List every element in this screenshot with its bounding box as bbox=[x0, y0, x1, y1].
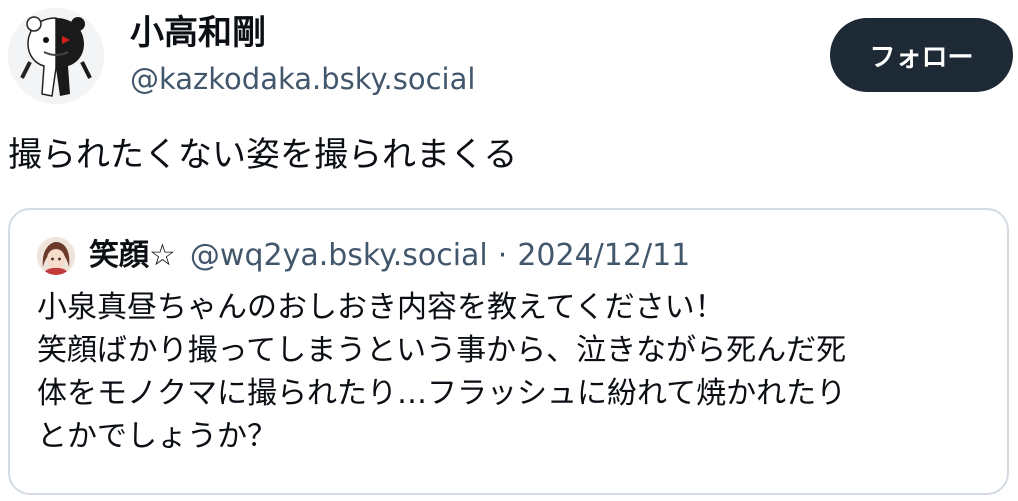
quote-body-line: 笑顔ばかり撮ってしまうという事から、泣きながら死んだ死 bbox=[37, 333, 847, 368]
quote-date: 2024/12/11 bbox=[517, 238, 691, 273]
quote-body-line: とかでしょうか？ bbox=[37, 419, 277, 454]
post: 小高和剛 @kazkodaka.bsky.social フォロー 撮られたくない… bbox=[0, 0, 1018, 501]
quote-author-handle[interactable]: @wq2ya.bsky.social bbox=[190, 236, 488, 276]
follow-button[interactable]: フォロー bbox=[830, 18, 1013, 92]
quote-author-name[interactable]: 笑顔☆ bbox=[89, 236, 176, 276]
user-avatar-icon bbox=[37, 237, 75, 275]
quote-author-avatar[interactable] bbox=[37, 237, 75, 275]
quote-separator: · bbox=[497, 238, 508, 273]
post-text: 撮られたくない姿を撮られまくる bbox=[8, 135, 518, 175]
quote-header: 笑顔☆ @wq2ya.bsky.social · 2024/12/11 bbox=[37, 236, 690, 276]
author-display-name[interactable]: 小高和剛 bbox=[130, 12, 266, 54]
quote-body: 小泉真昼ちゃんのおしおき内容を教えてください！ 笑顔ばかり撮ってしまうという事か… bbox=[37, 286, 987, 458]
quote-body-line: 体をモノクマに撮られたり…フラッシュに紛れて焼かれたり bbox=[37, 376, 847, 411]
monokuma-avatar-icon bbox=[20, 16, 92, 97]
author-avatar[interactable] bbox=[8, 8, 104, 104]
quote-body-line: 小泉真昼ちゃんのおしおき内容を教えてください！ bbox=[37, 290, 725, 325]
quote-card[interactable]: 笑顔☆ @wq2ya.bsky.social · 2024/12/11 小泉真昼… bbox=[8, 208, 1009, 495]
author-handle[interactable]: @kazkodaka.bsky.social bbox=[130, 60, 475, 98]
